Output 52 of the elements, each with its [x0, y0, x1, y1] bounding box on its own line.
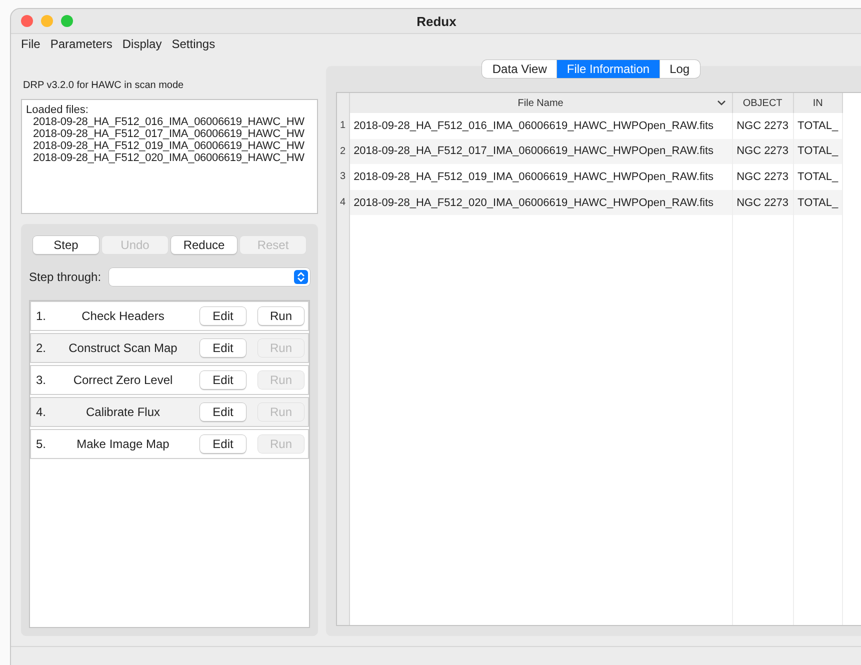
window-title: Redux: [416, 14, 456, 29]
menu-item[interactable]: Parameters: [46, 37, 116, 52]
table-cell: TOTAL_: [793, 138, 843, 164]
control-button[interactable]: Reduce: [171, 236, 237, 254]
loaded-file: 2018-09-28_HA_F512_017_IMA_06006619_HAWC_HW: [32, 128, 306, 140]
tab[interactable]: Log: [660, 60, 700, 78]
tab[interactable]: File Information: [556, 60, 660, 78]
edit-button[interactable]: Edit: [200, 307, 246, 326]
row-number: 3: [337, 164, 350, 190]
window-control-icon[interactable]: [21, 15, 33, 28]
step-name: Make Image Map: [76, 437, 170, 452]
step-name: Calibrate Flux: [84, 405, 162, 420]
table-cell: 2018-09-28_HA_F512_020_IMA_06006619_HAWC_HWPOpen_RAW.fits: [349, 190, 732, 216]
step-number: 5.: [36, 437, 48, 452]
table-cell: 2018-09-28_HA_F512_017_IMA_06006619_HAWC_HWPOpen_RAW.fits: [349, 138, 732, 164]
loaded-file: 2018-09-28_HA_F512_016_IMA_06006619_HAWC_HW: [32, 116, 306, 128]
stepper-icon: [294, 270, 308, 284]
step-name: Correct Zero Level: [72, 373, 174, 388]
step-number: 3.: [36, 373, 48, 388]
menu-item[interactable]: Settings: [168, 37, 220, 52]
edit-button[interactable]: Edit: [200, 371, 246, 390]
step-through-dropdown[interactable]: [109, 268, 310, 286]
row-number: 4: [337, 190, 350, 216]
row-number: 2: [337, 138, 350, 164]
step-name: Construct Scan Map: [68, 341, 178, 356]
window-control-icon[interactable]: [61, 15, 73, 28]
loaded-file: 2018-09-28_HA_F512_020_IMA_06006619_HAWC_HW: [32, 152, 306, 164]
tab[interactable]: Data View: [482, 60, 557, 78]
edit-button[interactable]: Edit: [200, 435, 246, 454]
edit-button[interactable]: Edit: [200, 339, 246, 358]
table-cell: NGC 2273: [732, 138, 794, 164]
pipeline-header: DRP v3.2.0 for HAWC in scan mode: [22, 79, 185, 94]
loaded-file: 2018-09-28_HA_F512_019_IMA_06006619_HAWC_HW: [32, 140, 306, 152]
column-header[interactable]: OBJECT: [732, 93, 794, 113]
menu-item[interactable]: File: [17, 37, 44, 52]
column-header[interactable]: IN: [793, 93, 843, 113]
row-number: 1: [337, 112, 350, 139]
control-button[interactable]: Step: [33, 236, 99, 254]
window-control-icon[interactable]: [41, 15, 53, 28]
step-name: Check Headers: [80, 309, 166, 324]
edit-button[interactable]: Edit: [200, 403, 246, 422]
run-button[interactable]: Run: [258, 307, 304, 326]
step-through-label: Step through:: [29, 270, 102, 284]
chevron-icon: [716, 98, 726, 108]
step-number: 4.: [36, 405, 48, 420]
menu-item[interactable]: Display: [118, 37, 166, 52]
table-cell: TOTAL_: [793, 190, 843, 216]
loaded-files-label: Loaded files:: [26, 104, 90, 116]
column-header[interactable]: File Name: [349, 93, 732, 113]
step-number: 1.: [36, 309, 48, 324]
table-cell: NGC 2273: [732, 190, 794, 216]
step-number: 2.: [36, 341, 48, 356]
